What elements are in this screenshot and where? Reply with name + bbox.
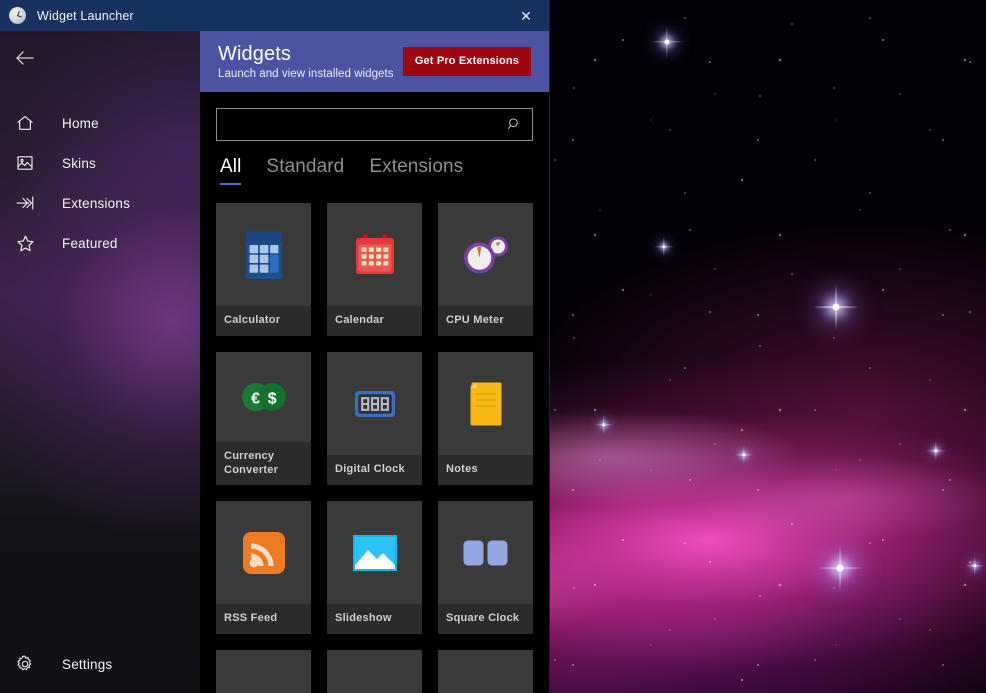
currency-converter-icon: € $ bbox=[216, 352, 311, 442]
sidebar-nav: Home Skins Extensions Featured bbox=[0, 103, 200, 263]
widget-launcher-window: Widget Launcher ✕ Home Skins Extensions … bbox=[0, 0, 550, 693]
cpu-meter-icon bbox=[438, 203, 533, 306]
slideshow-icon bbox=[327, 501, 422, 604]
clock-icon bbox=[9, 7, 26, 24]
digital-clock-icon bbox=[327, 352, 422, 455]
widget-grid: Calculator Calendar CPU Meter € $ Curren… bbox=[216, 185, 533, 693]
search-box[interactable] bbox=[216, 108, 533, 141]
svg-text:$: $ bbox=[267, 391, 276, 408]
arrow-to-line-icon bbox=[13, 191, 37, 215]
widget-card-notes[interactable]: Notes bbox=[438, 352, 533, 485]
widget-card-partial[interactable] bbox=[327, 650, 422, 693]
notes-icon bbox=[438, 352, 533, 455]
page-header: Widgets Launch and view installed widget… bbox=[200, 31, 549, 92]
widget-card-partial[interactable] bbox=[216, 650, 311, 693]
widget-card-square-clock[interactable]: Square Clock bbox=[438, 501, 533, 634]
back-arrow-icon bbox=[13, 46, 37, 70]
svg-text:€: € bbox=[251, 391, 260, 408]
widget-card-slideshow[interactable]: Slideshow bbox=[327, 501, 422, 634]
widget-card-label: Slideshow bbox=[327, 604, 422, 634]
tab-standard[interactable]: Standard bbox=[266, 156, 344, 185]
content-scroll-area: All Standard Extensions Calculator Calen… bbox=[200, 92, 549, 693]
window-title: Widget Launcher bbox=[37, 8, 134, 23]
star-icon bbox=[13, 231, 37, 255]
tab-all[interactable]: All bbox=[220, 156, 242, 185]
sidebar-item-label: Extensions bbox=[62, 195, 131, 211]
get-pro-extensions-button[interactable]: Get Pro Extensions bbox=[402, 47, 531, 76]
widget-card-calculator[interactable]: Calculator bbox=[216, 203, 311, 336]
search-input[interactable] bbox=[227, 117, 506, 132]
widget-card-label: Calculator bbox=[216, 306, 311, 336]
image-icon bbox=[13, 151, 37, 175]
sidebar-item-home[interactable]: Home bbox=[0, 103, 200, 143]
sidebar-item-settings[interactable]: Settings bbox=[0, 644, 200, 684]
widget-card-label: RSS Feed bbox=[216, 604, 311, 634]
calendar-icon bbox=[327, 203, 422, 306]
main-content: Widgets Launch and view installed widget… bbox=[200, 31, 549, 693]
sidebar: Home Skins Extensions Featured Settings bbox=[0, 31, 200, 693]
rss-feed-icon bbox=[216, 501, 311, 604]
widget-card-label: Notes bbox=[438, 455, 533, 485]
widget-card-calendar[interactable]: Calendar bbox=[327, 203, 422, 336]
widget-card-label: Square Clock bbox=[438, 604, 533, 634]
widget-card-currency-converter[interactable]: € $ Currency Converter bbox=[216, 352, 311, 485]
back-button[interactable] bbox=[0, 35, 200, 81]
title-bar: Widget Launcher ✕ bbox=[0, 0, 549, 31]
tab-extensions[interactable]: Extensions bbox=[369, 156, 463, 185]
close-icon[interactable]: ✕ bbox=[503, 0, 549, 31]
widget-card-partial[interactable] bbox=[438, 650, 533, 693]
widget-card-label: CPU Meter bbox=[438, 306, 533, 336]
widget-card-label: Digital Clock bbox=[327, 455, 422, 485]
sidebar-item-featured[interactable]: Featured bbox=[0, 223, 200, 263]
calculator-icon bbox=[216, 203, 311, 306]
sidebar-item-label: Featured bbox=[62, 235, 118, 251]
home-icon bbox=[13, 111, 37, 135]
widget-card-cpu-meter[interactable]: CPU Meter bbox=[438, 203, 533, 336]
square-clock-icon bbox=[438, 501, 533, 604]
widget-card-digital-clock[interactable]: Digital Clock bbox=[327, 352, 422, 485]
widget-card-label: Calendar bbox=[327, 306, 422, 336]
page-subtitle: Launch and view installed widgets bbox=[218, 68, 394, 81]
search-row bbox=[216, 92, 533, 141]
sidebar-item-extensions[interactable]: Extensions bbox=[0, 183, 200, 223]
sidebar-item-skins[interactable]: Skins bbox=[0, 143, 200, 183]
sidebar-item-label: Skins bbox=[62, 155, 97, 171]
sidebar-item-label: Settings bbox=[62, 656, 113, 672]
search-icon[interactable] bbox=[506, 116, 523, 133]
widget-card-label: Currency Converter bbox=[216, 441, 311, 485]
page-title: Widgets bbox=[218, 42, 291, 65]
sidebar-item-label: Home bbox=[62, 115, 99, 131]
tab-bar: All Standard Extensions bbox=[216, 141, 533, 185]
widget-card-rss-feed[interactable]: RSS Feed bbox=[216, 501, 311, 634]
gear-icon bbox=[13, 652, 37, 676]
